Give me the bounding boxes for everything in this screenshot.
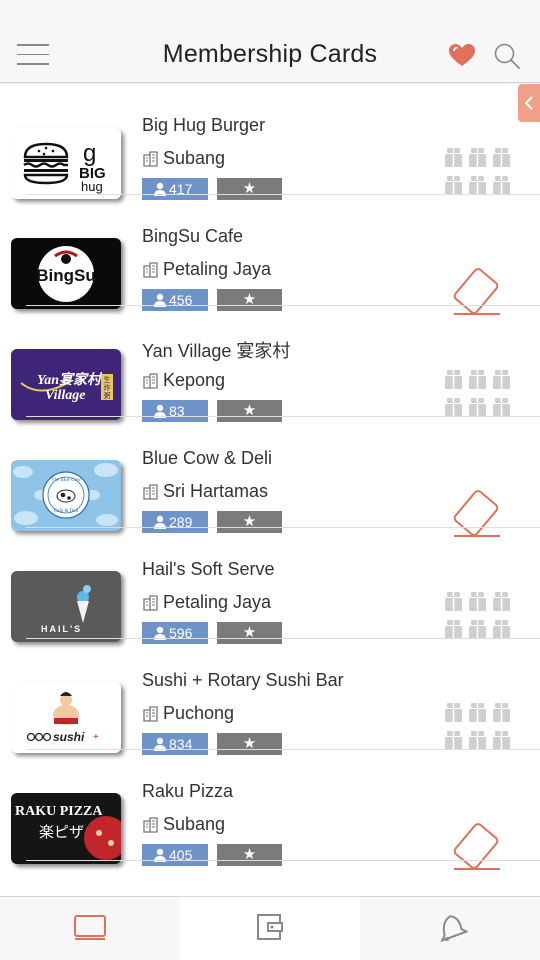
raku-logo-text: RAKU PIZZA (15, 804, 103, 819)
card-location: Puchong (163, 703, 235, 723)
list-item[interactable]: The Blue Cow Cafe & Deli Blue Cow & Deli… (0, 417, 540, 537)
tab-wallet[interactable] (180, 897, 360, 960)
search-icon[interactable] (493, 42, 521, 70)
card-location: Subang (163, 814, 226, 834)
list-item[interactable]: Yan宴家村 Village 生 炸 粥 Yan Village 宴家村 Kep… (0, 306, 540, 422)
card-location: Subang (163, 148, 226, 168)
svg-text:hug: hug (81, 179, 103, 194)
card-logo-raku-pizza: RAKU PIZZA 楽ピザ (11, 793, 121, 864)
list-item[interactable]: sushi + Sushi + Rotary Sushi Bar Puchong… (0, 639, 540, 755)
card-location: Kepong (163, 370, 226, 390)
tab-cards[interactable] (0, 897, 180, 960)
card-logo-big-hug-burger: g BIG hug (11, 128, 121, 199)
bingsu-logo-text: BingSu (36, 266, 96, 285)
bell-icon (440, 915, 468, 943)
card-name: Sushi + Rotary Sushi Bar (142, 670, 344, 690)
svg-text:Cafe & Deli: Cafe & Deli (54, 509, 79, 514)
card-logo-bingsu-cafe: BingSu (11, 238, 121, 309)
card-logo-yan-village: Yan宴家村 Village 生 炸 粥 (11, 349, 121, 420)
top-bar: Membership Cards (0, 0, 540, 83)
card-logo-sushi-rotary: sushi + (11, 682, 121, 753)
bottom-tab-bar (0, 896, 540, 960)
svg-text:Yan宴家村: Yan宴家村 (37, 371, 104, 388)
building-icon (143, 373, 158, 389)
building-icon (143, 151, 158, 167)
building-icon (143, 595, 158, 611)
svg-text:g: g (83, 140, 96, 167)
svg-text:粥: 粥 (104, 391, 111, 400)
card-name: BingSu Cafe (142, 226, 244, 246)
gift-grid-icon[interactable] (445, 148, 511, 198)
card-name: Hail's Soft Serve (142, 559, 275, 579)
card-name: Blue Cow & Deli (142, 448, 273, 468)
membership-card-list[interactable]: g BIG hug Big Hug Burger Subang 417 ★ Bi… (0, 84, 540, 896)
tab-notifications[interactable] (360, 897, 540, 960)
list-item[interactable]: RAKU PIZZA 楽ピザ Raku Pizza Subang 405 ★ (0, 750, 540, 870)
card-location: Petaling Jaya (163, 592, 272, 612)
side-drawer-tab[interactable] (518, 84, 540, 122)
list-item[interactable] (0, 861, 540, 896)
heart-icon[interactable] (448, 43, 476, 67)
building-icon (143, 262, 158, 278)
card-logo-hails-soft-serve: HAIL'S (11, 571, 121, 642)
chevron-left-icon (524, 96, 533, 110)
list-item[interactable]: g BIG hug Big Hug Burger Subang 417 ★ (0, 84, 540, 200)
cards-tab-icon (74, 915, 106, 940)
svg-text:The Blue Cow: The Blue Cow (51, 478, 81, 483)
list-item[interactable]: BingSu BingSu Cafe Petaling Jaya 456 ★ (0, 195, 540, 315)
hails-logo-text: HAIL'S (41, 624, 82, 634)
card-logo-blue-cow-deli: The Blue Cow Cafe & Deli (11, 460, 121, 531)
list-item[interactable]: HAIL'S Hail's Soft Serve Petaling Jaya 5… (0, 528, 540, 644)
gift-grid-icon[interactable] (445, 703, 511, 753)
svg-text:炸: 炸 (104, 383, 111, 392)
svg-text:Village: Village (45, 388, 85, 403)
building-icon (143, 484, 158, 500)
svg-text:生: 生 (104, 375, 111, 384)
building-icon (143, 706, 158, 722)
card-location: Sri Hartamas (163, 481, 269, 501)
card-location: Petaling Jaya (163, 259, 272, 279)
building-icon (143, 817, 158, 833)
wallet-icon (257, 914, 283, 940)
gift-grid-icon[interactable] (445, 370, 511, 420)
card-name: Raku Pizza (142, 781, 234, 801)
card-name: Yan Village 宴家村 (142, 341, 291, 361)
card-name: Big Hug Burger (142, 115, 266, 135)
sushi-logo-text: sushi (53, 730, 85, 744)
raku-jp-text: 楽ピザ (39, 823, 84, 841)
svg-text:+: + (93, 732, 99, 743)
gift-grid-icon[interactable] (445, 592, 511, 642)
